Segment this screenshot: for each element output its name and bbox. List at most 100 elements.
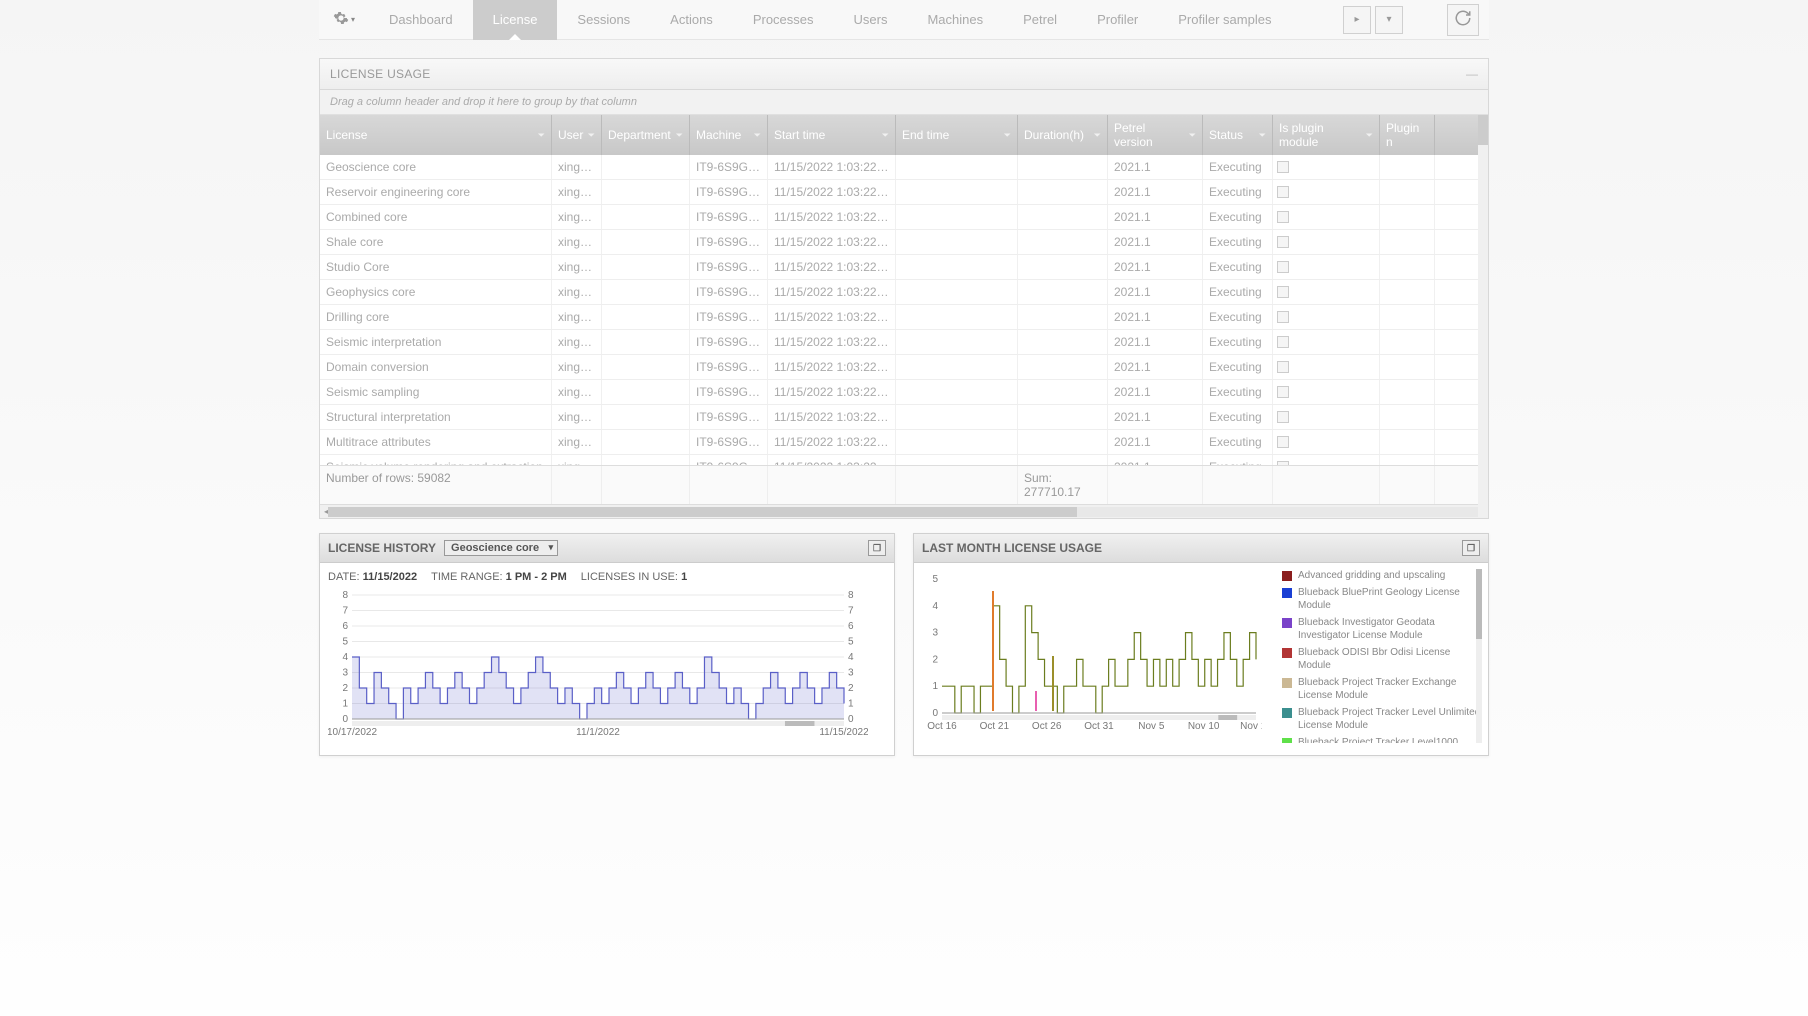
column-header-petrelversion[interactable]: Petrel version⏷: [1108, 115, 1203, 155]
checkbox-icon[interactable]: [1277, 361, 1289, 373]
filter-icon[interactable]: ⏷: [1094, 130, 1101, 141]
filter-icon[interactable]: ⏷: [1259, 130, 1266, 141]
cell-pluginname: [1380, 330, 1435, 354]
nav-tab-processes[interactable]: Processes: [733, 0, 834, 40]
nav-tab-machines[interactable]: Machines: [907, 0, 1003, 40]
column-header-pluginname[interactable]: Plugin n: [1380, 115, 1435, 155]
filter-icon[interactable]: ⏷: [588, 130, 595, 141]
table-row[interactable]: Seismic volume rendering and extractionx…: [320, 455, 1488, 465]
column-header-endtime[interactable]: End time⏷: [896, 115, 1018, 155]
checkbox-icon[interactable]: [1277, 411, 1289, 423]
filter-icon[interactable]: ⏷: [1004, 130, 1011, 141]
table-row[interactable]: Geoscience corexingyuesIT9-6S9GNN311/15/…: [320, 155, 1488, 180]
cell-endtime: [896, 155, 1018, 179]
hscroll-thumb[interactable]: [328, 507, 1077, 517]
svg-text:1: 1: [932, 681, 938, 692]
refresh-button[interactable]: [1447, 4, 1479, 36]
cell-petrelversion: 2021.1: [1108, 455, 1203, 465]
cell-user: xingyues: [552, 230, 602, 254]
license-history-dropdown[interactable]: Geoscience core: [444, 540, 558, 556]
nav-dropdown-button[interactable]: ▾: [1375, 6, 1403, 34]
table-row[interactable]: Combined corexingyuesIT9-6S9GNN311/15/20…: [320, 205, 1488, 230]
cell-isplugin: [1273, 405, 1380, 429]
table-row[interactable]: Studio CorexingyuesIT9-6S9GNN311/15/2022…: [320, 255, 1488, 280]
cell-starttime: 11/15/2022 1:03:22 PM: [768, 430, 896, 454]
vscroll-thumb[interactable]: [1478, 115, 1488, 145]
last-month-expand-button[interactable]: ❐: [1462, 540, 1480, 556]
top-nav: ▾ DashboardLicenseSessionsActionsProcess…: [319, 0, 1489, 40]
nav-tab-actions[interactable]: Actions: [650, 0, 733, 40]
nav-tab-profiler[interactable]: Profiler: [1077, 0, 1158, 40]
license-history-expand-button[interactable]: ❐: [868, 540, 886, 556]
last-month-usage-panel: LAST MONTH LICENSE USAGE ❐ 012345Oct 16O…: [913, 533, 1489, 756]
license-history-panel: LICENSE HISTORY Geoscience core ❐ DATE: …: [319, 533, 895, 756]
checkbox-icon[interactable]: [1277, 336, 1289, 348]
checkbox-icon[interactable]: [1277, 161, 1289, 173]
column-header-duration[interactable]: Duration(h)⏷: [1018, 115, 1108, 155]
checkbox-icon[interactable]: [1277, 286, 1289, 298]
filter-icon[interactable]: ⏷: [538, 130, 545, 141]
checkbox-icon[interactable]: [1277, 386, 1289, 398]
group-by-drop-zone[interactable]: Drag a column header and drop it here to…: [320, 90, 1488, 115]
legend-label: Blueback Project Tracker Level1000 Licen…: [1298, 736, 1482, 743]
table-row[interactable]: Drilling corexingyuesIT9-6S9GNN311/15/20…: [320, 305, 1488, 330]
filter-icon[interactable]: ⏷: [882, 130, 889, 141]
legend-item[interactable]: Blueback Project Tracker Level Unlimited…: [1282, 706, 1482, 732]
legend-item[interactable]: Blueback Project Tracker Level1000 Licen…: [1282, 736, 1482, 743]
column-header-starttime[interactable]: Start time⏷: [768, 115, 896, 155]
column-header-status[interactable]: Status⏷: [1203, 115, 1273, 155]
panel-collapse-button[interactable]: —: [1466, 67, 1478, 81]
filter-icon[interactable]: ⏷: [1189, 130, 1196, 141]
nav-tab-sessions[interactable]: Sessions: [557, 0, 650, 40]
table-row[interactable]: Seismic samplingxingyuesIT9-6S9GNN311/15…: [320, 380, 1488, 405]
legend-scroll-thumb[interactable]: [1476, 569, 1482, 639]
table-horizontal-scrollbar[interactable]: ◂ ▸: [320, 504, 1488, 518]
legend-item[interactable]: Blueback BluePrint Geology License Modul…: [1282, 586, 1482, 612]
cell-status: Executing: [1203, 155, 1273, 179]
column-header-license[interactable]: License⏷: [320, 115, 552, 155]
nav-tab-dashboard[interactable]: Dashboard: [369, 0, 473, 40]
cell-license: Reservoir engineering core: [320, 180, 552, 204]
nav-tab-license[interactable]: License: [473, 0, 558, 40]
nav-scroll-right-button[interactable]: ▸: [1343, 6, 1371, 34]
legend-swatch-icon: [1282, 588, 1292, 598]
cell-machine: IT9-6S9GNN3: [690, 455, 768, 465]
filter-icon[interactable]: ⏷: [754, 130, 761, 141]
checkbox-icon[interactable]: [1277, 186, 1289, 198]
filter-icon[interactable]: ⏷: [1366, 130, 1373, 141]
column-header-machine[interactable]: Machine⏷: [690, 115, 768, 155]
table-row[interactable]: Structural interpretationxingyuesIT9-6S9…: [320, 405, 1488, 430]
table-header-row: License⏷ User⏷ Department⏷ Machine⏷ Star…: [320, 115, 1488, 155]
checkbox-icon[interactable]: [1277, 461, 1289, 465]
legend-item[interactable]: Blueback Project Tracker Exchange Licens…: [1282, 676, 1482, 702]
column-header-user[interactable]: User⏷: [552, 115, 602, 155]
column-header-isplugin[interactable]: Is plugin module⏷: [1273, 115, 1380, 155]
legend-item[interactable]: Blueback ODISI Bbr Odisi License Module: [1282, 646, 1482, 672]
legend-scrollbar[interactable]: [1476, 569, 1482, 743]
table-vertical-scrollbar[interactable]: [1478, 115, 1488, 518]
checkbox-icon[interactable]: [1277, 236, 1289, 248]
svg-text:5: 5: [932, 574, 938, 585]
table-row[interactable]: Shale corexingyuesIT9-6S9GNN311/15/2022 …: [320, 230, 1488, 255]
table-row[interactable]: Reservoir engineering corexingyuesIT9-6S…: [320, 180, 1488, 205]
nav-tab-profiler-samples[interactable]: Profiler samples: [1158, 0, 1291, 40]
nav-tab-users[interactable]: Users: [834, 0, 908, 40]
svg-text:2: 2: [932, 654, 938, 665]
table-row[interactable]: Seismic interpretationxingyuesIT9-6S9GNN…: [320, 330, 1488, 355]
checkbox-icon[interactable]: [1277, 311, 1289, 323]
filter-icon[interactable]: ⏷: [676, 130, 683, 141]
legend-item[interactable]: Advanced gridding and upscaling: [1282, 569, 1482, 582]
table-row[interactable]: Geophysics corexingyuesIT9-6S9GNN311/15/…: [320, 280, 1488, 305]
table-row[interactable]: Multitrace attributesxingyuesIT9-6S9GNN3…: [320, 430, 1488, 455]
checkbox-icon[interactable]: [1277, 436, 1289, 448]
checkbox-icon[interactable]: [1277, 261, 1289, 273]
nav-tab-petrel[interactable]: Petrel: [1003, 0, 1077, 40]
column-header-department[interactable]: Department⏷: [602, 115, 690, 155]
legend-label: Blueback ODISI Bbr Odisi License Module: [1298, 646, 1482, 672]
settings-menu-button[interactable]: ▾: [329, 5, 359, 35]
cell-license: Combined core: [320, 205, 552, 229]
last-month-title: LAST MONTH LICENSE USAGE: [922, 541, 1102, 555]
table-row[interactable]: Domain conversionxingyuesIT9-6S9GNN311/1…: [320, 355, 1488, 380]
checkbox-icon[interactable]: [1277, 211, 1289, 223]
legend-item[interactable]: Blueback Investigator Geodata Investigat…: [1282, 616, 1482, 642]
